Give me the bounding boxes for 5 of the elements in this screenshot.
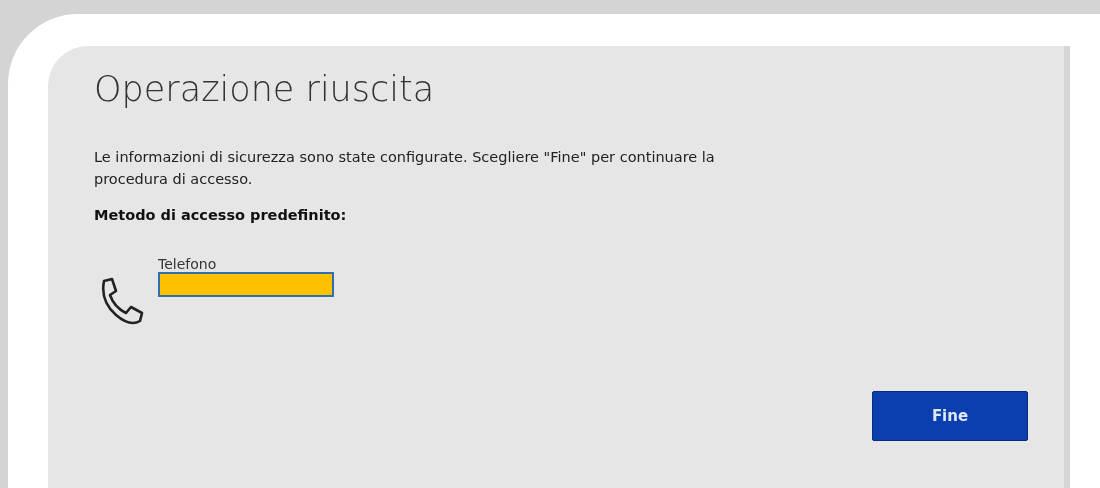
- dialog-title: Operazione riuscita: [94, 68, 436, 110]
- finish-button[interactable]: Fine: [872, 391, 1028, 441]
- default-method-label: Metodo di accesso predefinito:: [94, 205, 348, 225]
- message-text: Le informazioni di sicurezza sono state configurate. Scegliere "Fine" per continuare la procedura di accesso.: [94, 148, 716, 190]
- method-name: Telefono: [158, 256, 218, 273]
